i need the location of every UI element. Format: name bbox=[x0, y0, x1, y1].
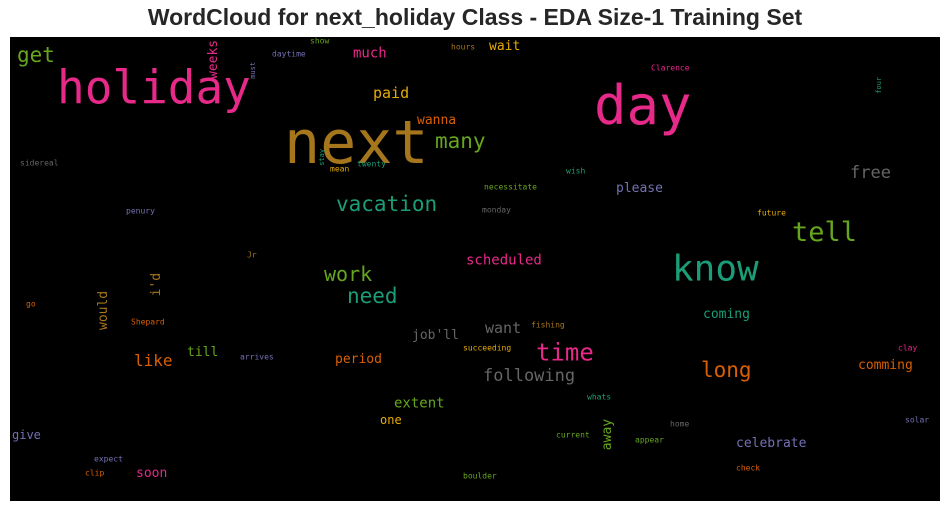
word-job-ll: job'll bbox=[412, 328, 459, 343]
word-expect: expect bbox=[94, 455, 123, 464]
word-scheduled: scheduled bbox=[466, 253, 542, 269]
word-till: till bbox=[187, 345, 218, 360]
word-succeeding: succeeding bbox=[463, 344, 511, 353]
word-vacation: vacation bbox=[336, 192, 437, 216]
word-want: want bbox=[485, 319, 521, 337]
word-home: home bbox=[670, 420, 689, 429]
word-soon: soon bbox=[136, 466, 167, 481]
word-much: much bbox=[353, 46, 387, 62]
word-show: show bbox=[310, 37, 329, 46]
word-day: day bbox=[594, 74, 692, 137]
word-go: go bbox=[26, 300, 36, 309]
figure: WordCloud for next_holiday Class - EDA S… bbox=[0, 0, 950, 511]
word-shepard: Shepard bbox=[131, 318, 165, 327]
word-know: know bbox=[672, 249, 759, 290]
word-sidereal: sidereal bbox=[20, 159, 59, 168]
word-four: four bbox=[875, 77, 883, 94]
word-one: one bbox=[380, 413, 402, 427]
word-comming: comming bbox=[858, 358, 913, 373]
wordcloud-canvas: next holiday day know tell time vacation many ne… bbox=[10, 37, 940, 501]
word-wait: wait bbox=[489, 39, 520, 54]
word-coming: coming bbox=[703, 307, 750, 322]
word-current: current bbox=[556, 431, 590, 440]
wordcloud-svg: nextholiday dayknowtelltimevacationmanyne… bbox=[10, 37, 940, 501]
word-wanna: wanna bbox=[417, 113, 456, 128]
word-many: many bbox=[435, 129, 486, 153]
word-would: would bbox=[96, 291, 111, 330]
word-boulder: boulder bbox=[463, 472, 497, 481]
word-get: get bbox=[17, 43, 55, 67]
word-holiday: holiday bbox=[57, 60, 251, 114]
word-check: check bbox=[736, 464, 760, 473]
word-clay: clay bbox=[898, 344, 917, 353]
word-following: following bbox=[483, 366, 575, 386]
chart-title: WordCloud for next_holiday Class - EDA S… bbox=[147, 4, 803, 30]
word-like: like bbox=[134, 351, 173, 370]
word-fishing: fishing bbox=[531, 321, 565, 330]
word-need: need bbox=[347, 284, 398, 308]
word-clip: clip bbox=[85, 469, 104, 478]
word-i-d: i'd bbox=[149, 273, 164, 296]
word-clarence: Clarence bbox=[651, 64, 690, 73]
word-weeks: weeks bbox=[206, 40, 221, 79]
word-penury: penury bbox=[126, 207, 155, 216]
word-period: period bbox=[335, 352, 382, 367]
word-must: must bbox=[249, 62, 257, 79]
word-please: please bbox=[616, 181, 663, 196]
word-extent: extent bbox=[394, 396, 445, 412]
word-time: time bbox=[536, 339, 594, 367]
word-whats: whats bbox=[587, 393, 611, 402]
word-away: away bbox=[600, 419, 615, 450]
word-hours: hours bbox=[451, 43, 475, 52]
word-wish: wish bbox=[566, 167, 585, 176]
word-solar: solar bbox=[905, 416, 929, 425]
word-monday: monday bbox=[482, 206, 511, 215]
word-arrives: arrives bbox=[240, 353, 274, 362]
word-jr: Jr bbox=[247, 251, 257, 260]
word-stay: stay bbox=[318, 149, 326, 166]
word-celebrate: celebrate bbox=[736, 436, 807, 451]
word-future: future bbox=[757, 209, 786, 218]
word-mean: mean bbox=[330, 165, 349, 174]
word-give: give bbox=[12, 428, 41, 442]
word-paid: paid bbox=[373, 84, 409, 102]
word-free: free bbox=[850, 163, 891, 183]
word-tell: tell bbox=[792, 217, 857, 248]
word-appear: appear bbox=[635, 436, 664, 445]
word-necessitate: necessitate bbox=[484, 183, 537, 192]
word-work: work bbox=[324, 262, 372, 286]
word-twenty: twenty bbox=[357, 160, 386, 169]
word-daytime: daytime bbox=[272, 50, 306, 59]
word-long: long bbox=[701, 358, 752, 382]
